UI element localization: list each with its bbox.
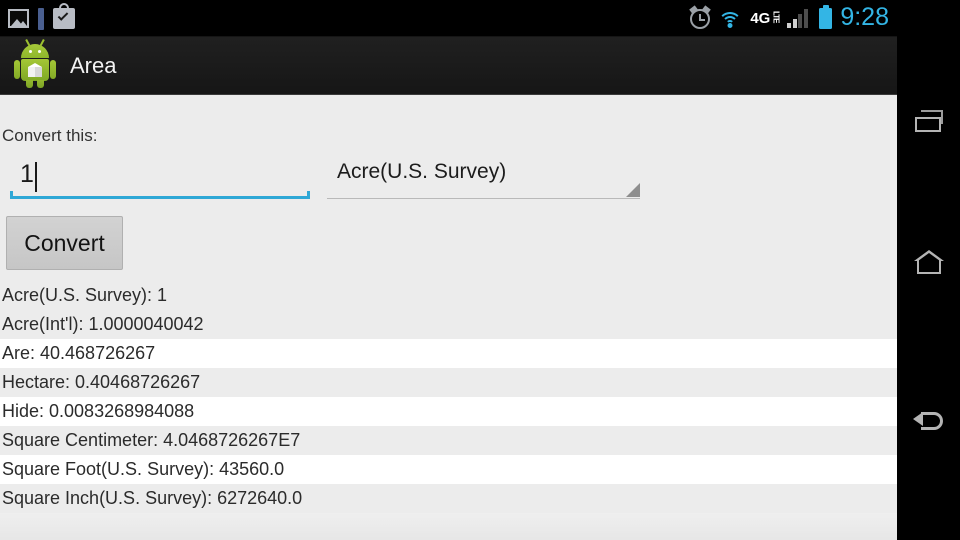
main-content: Convert this: Acre(U.S. Survey) Convert … <box>0 96 897 540</box>
robot-leg-right <box>37 79 44 88</box>
page-title: Area <box>70 52 117 78</box>
status-bar: 4G LTE 9:28 <box>0 0 897 37</box>
cube-right-face <box>35 66 42 77</box>
network-label: 4G <box>750 10 771 27</box>
list-item: Square Inch(U.S. Survey): 6272640.0 <box>0 484 897 513</box>
list-item: Acre(Int'l): 1.0000040042 <box>0 310 897 339</box>
input-underline <box>10 191 310 199</box>
status-bar-notifications <box>8 0 75 37</box>
chevron-down-icon <box>626 183 640 197</box>
robot-eye-left <box>29 49 32 53</box>
alarm-ear-right <box>702 4 712 14</box>
signal-bar-2 <box>792 19 797 28</box>
signal-bar-4 <box>803 9 808 28</box>
check-mark <box>57 10 69 21</box>
back-icon <box>913 410 945 434</box>
robot-antenna-right <box>39 38 45 47</box>
wifi-dot <box>727 22 733 28</box>
back-arrow-tip <box>913 412 923 426</box>
amount-field-wrapper[interactable] <box>10 154 310 199</box>
list-item: Acre(U.S. Survey): 1 <box>0 281 897 310</box>
cube-icon <box>28 62 42 77</box>
recent-rect-front <box>915 117 941 132</box>
results-list: Acre(U.S. Survey): 1 Acre(Int'l): 1.0000… <box>0 281 897 540</box>
list-item: Square Centimeter: 4.0468726267E7 <box>0 426 897 455</box>
robot-arm-left <box>14 59 20 79</box>
recent-apps-icon <box>915 110 943 132</box>
bookmark-bar-icon <box>38 7 44 30</box>
back-arrow-curve <box>921 412 943 430</box>
status-bar-clock: 9:28 <box>840 3 889 31</box>
unit-spinner[interactable]: Acre(U.S. Survey) <box>327 154 640 199</box>
4g-lte-icon: 4G LTE <box>750 10 781 27</box>
photo-icon <box>8 9 29 28</box>
wifi-icon <box>718 10 743 28</box>
list-item: Square Foot(U.S. Survey): 43560.0 <box>0 455 897 484</box>
navigation-bar <box>897 0 960 540</box>
signal-bar-3 <box>798 14 803 28</box>
home-button[interactable] <box>897 228 960 298</box>
convert-this-label: Convert this: <box>2 126 98 145</box>
robot-eye-right <box>38 49 41 53</box>
action-bar: Area <box>0 37 897 95</box>
text-caret <box>35 162 37 192</box>
battery-icon <box>819 5 833 29</box>
status-bar-system: 4G LTE 9:28 <box>689 0 889 37</box>
robot-head <box>21 38 49 58</box>
list-item: Hide: 0.0083268984088 <box>0 397 897 426</box>
unit-spinner-value: Acre(U.S. Survey) <box>337 160 507 183</box>
recent-apps-button[interactable] <box>897 88 960 158</box>
device-content: 4G LTE 9:28 Area Convert this: 1 Acre(U.… <box>0 0 897 540</box>
alarm-minute-hand <box>699 18 706 21</box>
signal-bar-1 <box>787 23 792 28</box>
cube-left-face <box>28 66 35 77</box>
robot-antenna-left <box>25 38 31 47</box>
shopping-bag-check-icon <box>53 3 75 29</box>
back-button[interactable] <box>897 388 960 458</box>
convert-button[interactable]: Convert <box>6 216 123 270</box>
robot-leg-left <box>26 79 33 88</box>
robot-arm-right <box>50 59 56 79</box>
list-item: Are: 40.468726267 <box>0 339 897 368</box>
amount-input[interactable] <box>10 154 310 194</box>
list-item-partial <box>0 513 897 540</box>
device-screenshot: 4G LTE 9:28 Area Convert this: 1 Acre(U.… <box>0 0 960 540</box>
home-icon <box>914 250 944 274</box>
signal-bars-icon <box>787 9 811 28</box>
home-walls <box>917 260 941 274</box>
alarm-icon <box>689 4 712 29</box>
network-sublabel: LTE <box>771 11 781 23</box>
android-robot-cube-icon <box>14 38 56 88</box>
alarm-ear-left <box>689 4 699 14</box>
list-item: Hectare: 0.40468726267 <box>0 368 897 397</box>
